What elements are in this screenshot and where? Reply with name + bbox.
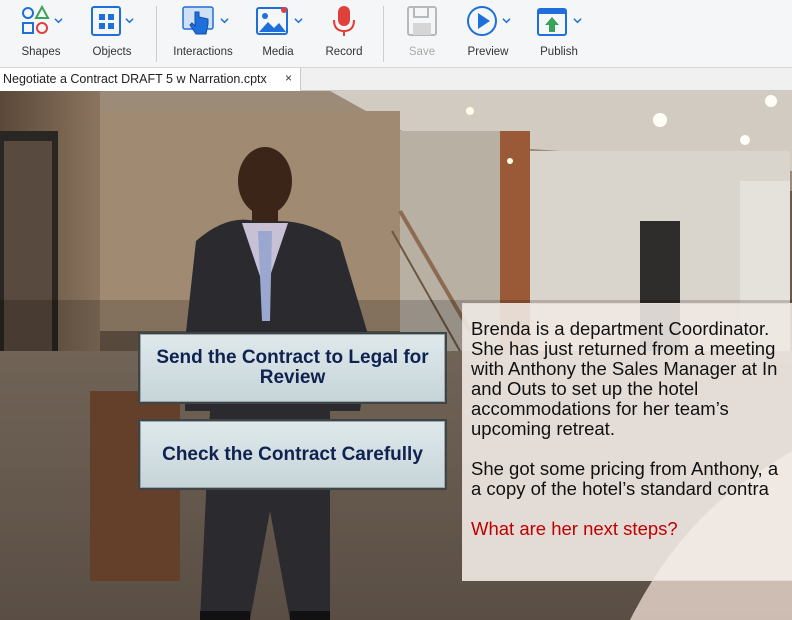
chevron-down-icon bbox=[502, 18, 511, 24]
toolbar-separator bbox=[383, 6, 384, 62]
scenario-line: with Anthony the Sales Manager at In bbox=[471, 358, 778, 379]
check-contract-label: Check the Contract Carefully bbox=[162, 443, 423, 465]
objects-label: Objects bbox=[92, 46, 132, 58]
send-to-legal-button[interactable]: Send the Contract to Legal for Review bbox=[138, 332, 447, 404]
scenario-line: and Outs to set up the hotel bbox=[471, 378, 699, 399]
media-label: Media bbox=[262, 46, 294, 58]
toolbar: Shapes Objects Interactions Media Record… bbox=[0, 0, 792, 68]
send-to-legal-label: Send the Contract to Legal for Review bbox=[156, 348, 428, 388]
publish-button[interactable]: Publish bbox=[530, 0, 590, 68]
hand-pointer-icon bbox=[182, 6, 214, 35]
scenario-line: a copy of the hotel’s standard contra bbox=[471, 478, 769, 499]
chevron-down-icon bbox=[220, 18, 229, 24]
scenario-line: She got some pricing from Anthony, a bbox=[471, 458, 779, 479]
media-button[interactable]: Media bbox=[252, 0, 312, 68]
play-icon bbox=[467, 6, 497, 36]
toolbar-separator bbox=[156, 6, 157, 62]
scenario-line: upcoming retreat. bbox=[471, 418, 615, 439]
preview-button[interactable]: Preview bbox=[458, 0, 518, 68]
chevron-down-icon bbox=[54, 18, 63, 24]
save-button[interactable]: Save bbox=[396, 0, 448, 68]
objects-button[interactable]: Objects bbox=[80, 0, 150, 68]
shapes-icon bbox=[22, 4, 50, 34]
document-tab-bar: Negotiate a Contract DRAFT 5 w Narration… bbox=[0, 68, 792, 91]
slide-stage: Send the Contract to Legal for Review Ch… bbox=[0, 91, 792, 620]
scenario-line: She has just returned from a meeting bbox=[471, 338, 776, 359]
publish-icon bbox=[537, 8, 567, 36]
close-tab-icon[interactable]: × bbox=[285, 71, 292, 85]
record-label: Record bbox=[325, 46, 363, 58]
send-to-legal-label-line2: Review bbox=[259, 367, 326, 388]
image-icon bbox=[256, 7, 288, 35]
send-to-legal-label-line1: Send the Contract to Legal for bbox=[156, 347, 429, 368]
chevron-down-icon bbox=[573, 18, 582, 24]
scenario-line: accommodations for her team’s bbox=[471, 398, 729, 419]
scenario-line: Brenda is a department Coordinator. bbox=[471, 318, 770, 339]
shapes-button[interactable]: Shapes bbox=[0, 0, 70, 68]
check-contract-button[interactable]: Check the Contract Carefully bbox=[138, 419, 447, 490]
interactions-button[interactable]: Interactions bbox=[165, 0, 245, 68]
publish-label: Publish bbox=[540, 46, 578, 58]
chevron-down-icon bbox=[125, 18, 134, 24]
microphone-icon bbox=[333, 6, 355, 36]
preview-label: Preview bbox=[467, 46, 509, 58]
scenario-text-panel: Brenda is a department Coordinator. She … bbox=[462, 303, 792, 581]
shapes-label: Shapes bbox=[21, 46, 61, 58]
interactions-label: Interactions bbox=[173, 46, 233, 58]
save-icon bbox=[407, 6, 437, 36]
document-tab[interactable]: Negotiate a Contract DRAFT 5 w Narration… bbox=[0, 68, 301, 91]
objects-icon bbox=[91, 6, 121, 36]
chevron-down-icon bbox=[294, 18, 303, 24]
document-tab-title: Negotiate a Contract DRAFT 5 w Narration… bbox=[3, 72, 267, 86]
scenario-question: What are her next steps? bbox=[471, 518, 678, 539]
record-button[interactable]: Record bbox=[318, 0, 370, 68]
save-label: Save bbox=[408, 46, 436, 58]
